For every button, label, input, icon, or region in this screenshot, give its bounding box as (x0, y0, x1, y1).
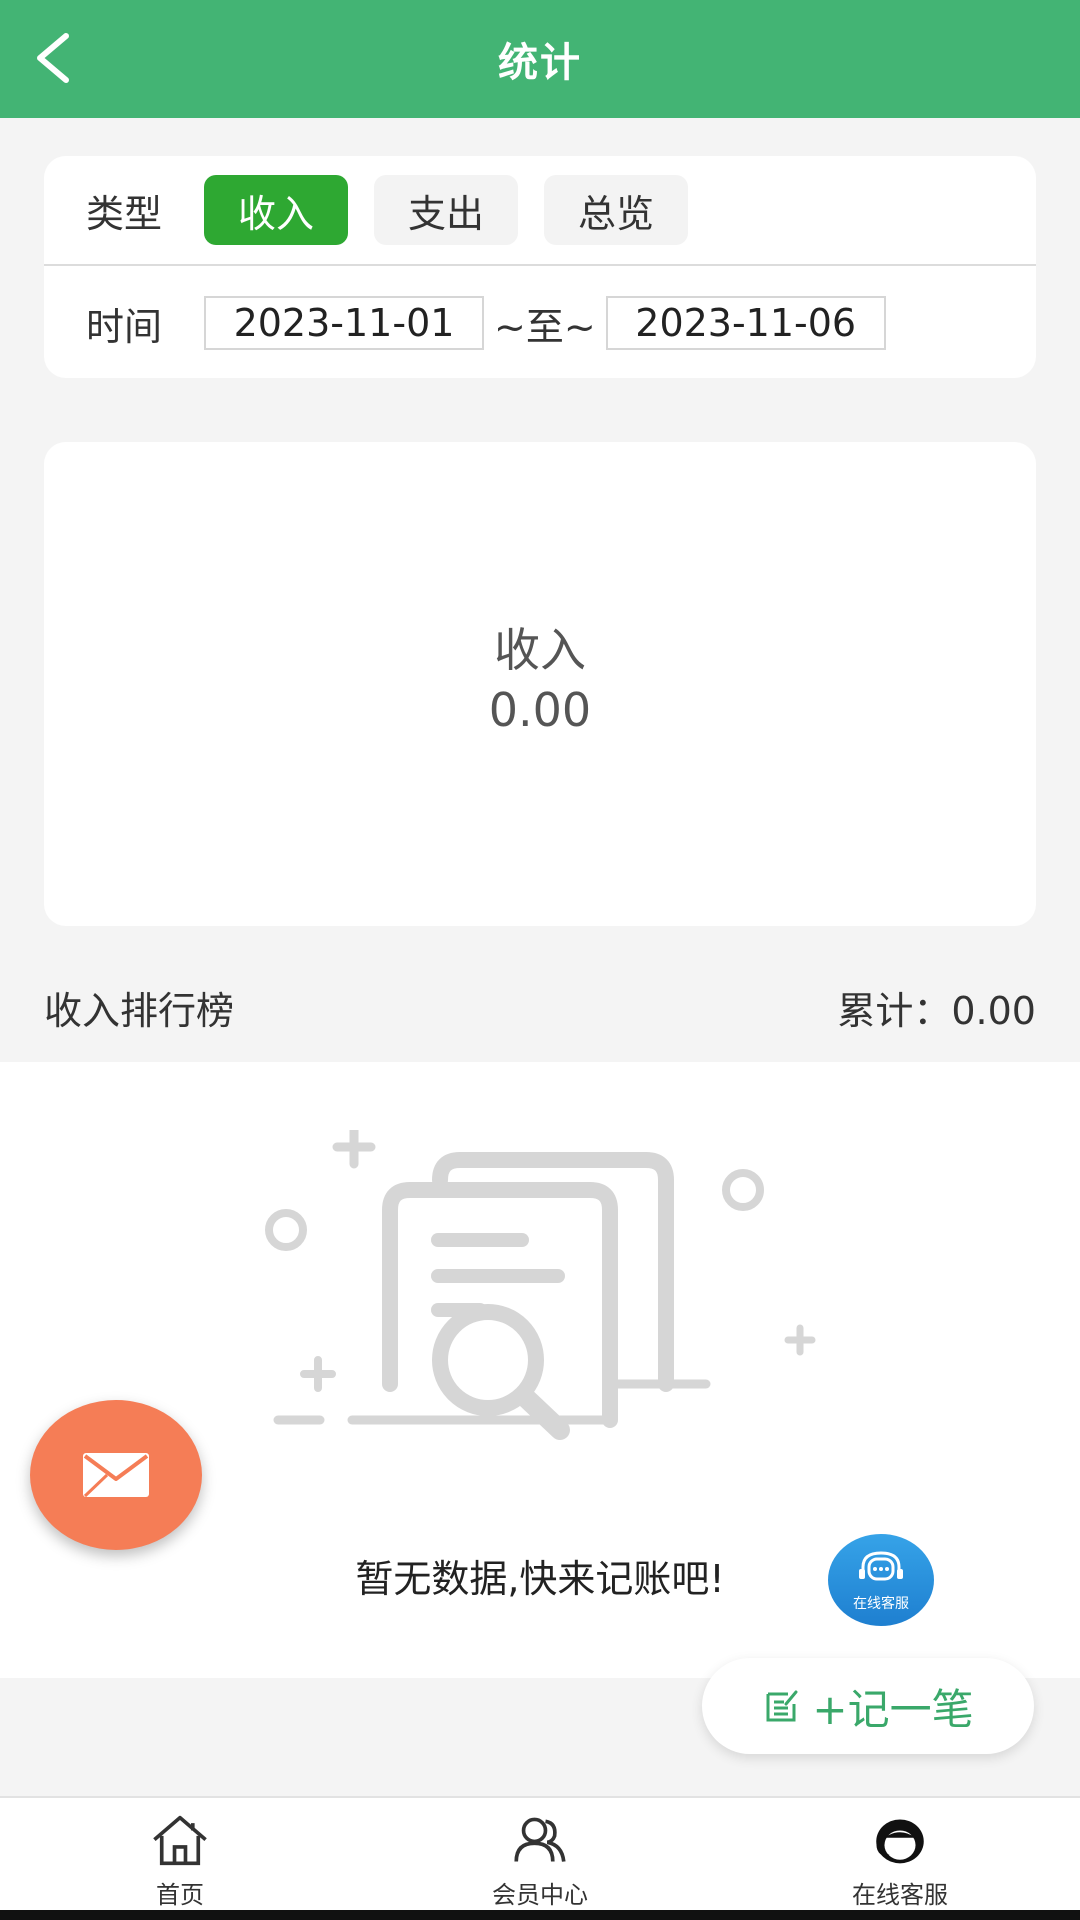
online-service-bubble[interactable]: 在线客服 (828, 1534, 934, 1626)
empty-document-search-icon (265, 1130, 816, 1440)
mail-fab-button[interactable] (30, 1400, 202, 1550)
ranking-total: 累计：0.00 (837, 989, 1036, 1033)
summary-amount: 0.00 (488, 683, 592, 737)
edit-note-icon (766, 1690, 798, 1722)
app-header: 统计 (0, 0, 1080, 118)
tab-online-service-label: 在线客服 (852, 1881, 948, 1909)
date-separator: ~至~ (494, 304, 596, 349)
add-record-button[interactable]: +记一笔 (702, 1658, 1034, 1754)
chat-headset-icon (859, 1551, 903, 1581)
tab-member-center[interactable]: 会员中心 (360, 1798, 720, 1910)
time-label: 时间 (86, 304, 163, 349)
envelope-icon (83, 1453, 149, 1498)
type-overview-button[interactable]: 总览 (544, 175, 688, 245)
start-date-input[interactable]: 2023-11-01 (204, 296, 484, 350)
home-icon (153, 1815, 207, 1866)
tab-home-label: 首页 (156, 1881, 204, 1909)
filter-card: 类型 收入 支出 总览 时间 2023-11-01 ~至~ 2023-11-06 (44, 156, 1036, 378)
back-button[interactable] (28, 26, 88, 90)
chevron-left-icon (37, 33, 69, 83)
add-record-label: +记一笔 (812, 1684, 974, 1734)
screen-bottom-edge (0, 1910, 1080, 1920)
tab-home[interactable]: 首页 (0, 1798, 360, 1910)
users-icon (514, 1817, 566, 1862)
summary-label: 收入 (494, 623, 586, 677)
type-row: 类型 收入 支出 总览 (44, 156, 1036, 266)
bottom-tab-bar: 首页 会员中心 在线客服 (0, 1796, 1080, 1910)
tab-member-center-label: 会员中心 (492, 1881, 588, 1909)
type-label: 类型 (86, 191, 163, 236)
customer-service-icon (876, 1819, 924, 1864)
tab-online-service[interactable]: 在线客服 (720, 1798, 1080, 1910)
type-expense-button[interactable]: 支出 (374, 175, 518, 245)
summary-display: 收入 0.00 (0, 620, 1080, 740)
page-title: 统计 (498, 40, 582, 86)
ranking-title: 收入排行榜 (44, 989, 235, 1033)
end-date-input[interactable]: 2023-11-06 (605, 296, 886, 350)
online-service-bubble-label: 在线客服 (853, 1596, 909, 1612)
type-income-button[interactable]: 收入 (204, 175, 348, 245)
time-row: 时间 2023-11-01 ~至~ 2023-11-06 (44, 268, 1036, 378)
